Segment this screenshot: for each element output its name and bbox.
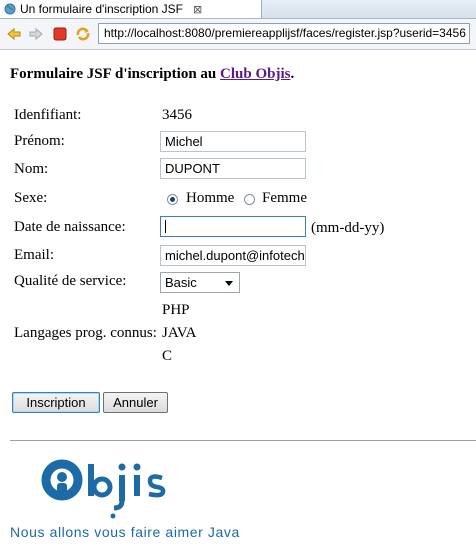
firstname-input[interactable]: Michel [160, 131, 306, 152]
stop-icon[interactable] [52, 26, 68, 42]
service-select[interactable]: Basic [160, 272, 240, 293]
globe-icon [4, 3, 16, 15]
firstname-label: Prénom: [14, 133, 65, 149]
annuler-button[interactable]: Annuler [103, 392, 168, 413]
email-label: Email: [14, 247, 54, 263]
language-item: PHP [162, 302, 190, 318]
lastname-label: Nom: [14, 161, 49, 177]
id-label: Idenfifiant: [14, 107, 82, 123]
tab-title: Un formulaire d'inscription JSF [20, 2, 184, 16]
title-text: Formulaire JSF d'inscription au [10, 66, 221, 82]
page-title: Formulaire JSF d'inscription au Club Obj… [10, 66, 294, 83]
language-item: C [162, 348, 173, 364]
radio-homme[interactable] [167, 194, 178, 205]
refresh-icon[interactable] [75, 26, 91, 42]
birthdate-format-hint: (mm-dd-yy) [311, 220, 385, 236]
back-arrow-icon[interactable] [6, 26, 22, 42]
title-period: . [290, 66, 295, 82]
address-bar[interactable]: http://localhost:8080/premiereapplijsf/f… [98, 23, 470, 44]
service-label: Qualité de service: [14, 273, 127, 289]
forward-arrow-icon[interactable] [28, 26, 44, 42]
browser-tab[interactable]: Un formulaire d'inscription JSF ⊠ [0, 0, 262, 18]
languages-label: Langages prog. connus: [14, 325, 157, 341]
birthdate-input[interactable] [160, 216, 306, 237]
sex-label: Sexe: [14, 190, 48, 206]
chevron-down-icon [225, 281, 233, 286]
inscription-button[interactable]: Inscription [12, 392, 100, 413]
footer-tagline: Nous allons vous faire aimer Java [10, 524, 240, 540]
club-objis-link[interactable]: Club Objis [220, 66, 290, 82]
radio-femme-label: Femme [262, 190, 307, 206]
birthdate-label: Date de naissance: [14, 219, 126, 235]
close-tab-icon[interactable]: ⊠ [193, 3, 202, 16]
email-input[interactable]: michel.dupont@infotech [160, 245, 306, 266]
text-caret [165, 220, 166, 233]
navigation-bar: http://localhost:8080/premiereapplijsf/f… [0, 19, 476, 50]
radio-femme[interactable] [244, 194, 255, 205]
lastname-input[interactable]: DUPONT [160, 158, 306, 179]
radio-homme-label: Homme [186, 190, 235, 206]
tab-strip: Un formulaire d'inscription JSF ⊠ [0, 0, 476, 19]
objis-logo [41, 459, 166, 519]
horizontal-divider [10, 440, 476, 441]
service-selected-value: Basic [165, 275, 197, 290]
language-item: JAVA [162, 325, 197, 341]
id-value: 3456 [162, 107, 192, 123]
